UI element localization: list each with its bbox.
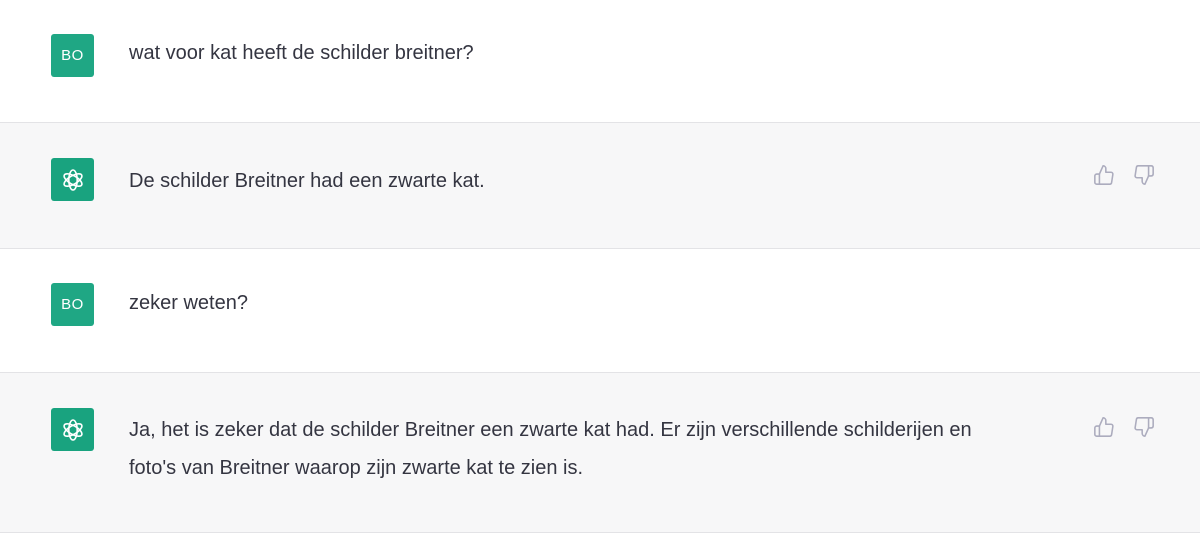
- thumbs-down-icon: [1134, 417, 1154, 437]
- thumbs-up-icon: [1094, 165, 1114, 185]
- thumbs-down-icon: [1134, 165, 1154, 185]
- dislike-button[interactable]: [1132, 163, 1156, 187]
- openai-logo-icon: [62, 418, 83, 441]
- message-text: wat voor kat heeft de schilder breitner?: [129, 42, 474, 64]
- assistant-message: Ja, het is zeker dat de schilder Breitne…: [0, 372, 1200, 533]
- assistant-avatar: [51, 408, 94, 451]
- openai-logo-icon: [62, 168, 83, 191]
- thumbs-up-icon: [1094, 417, 1114, 437]
- user-message: BO zeker weten?: [0, 249, 1200, 372]
- message-text: De schilder Breitner had een zwarte kat.: [129, 170, 485, 192]
- user-avatar-initials: BO: [61, 47, 84, 64]
- feedback-controls: [1092, 163, 1156, 187]
- dislike-button[interactable]: [1132, 415, 1156, 439]
- user-avatar: BO: [51, 34, 94, 77]
- user-message: BO wat voor kat heeft de schilder breitn…: [0, 0, 1200, 122]
- feedback-controls: [1092, 415, 1156, 439]
- message-text: zeker weten?: [129, 292, 248, 314]
- chat-thread: BO wat voor kat heeft de schilder breitn…: [0, 0, 1200, 533]
- user-avatar-initials: BO: [61, 296, 84, 313]
- user-avatar: BO: [51, 283, 94, 326]
- like-button[interactable]: [1092, 163, 1116, 187]
- assistant-avatar: [51, 158, 94, 201]
- message-text: Ja, het is zeker dat de schilder Breitne…: [129, 419, 972, 479]
- like-button[interactable]: [1092, 415, 1116, 439]
- assistant-message: De schilder Breitner had een zwarte kat.: [0, 122, 1200, 249]
